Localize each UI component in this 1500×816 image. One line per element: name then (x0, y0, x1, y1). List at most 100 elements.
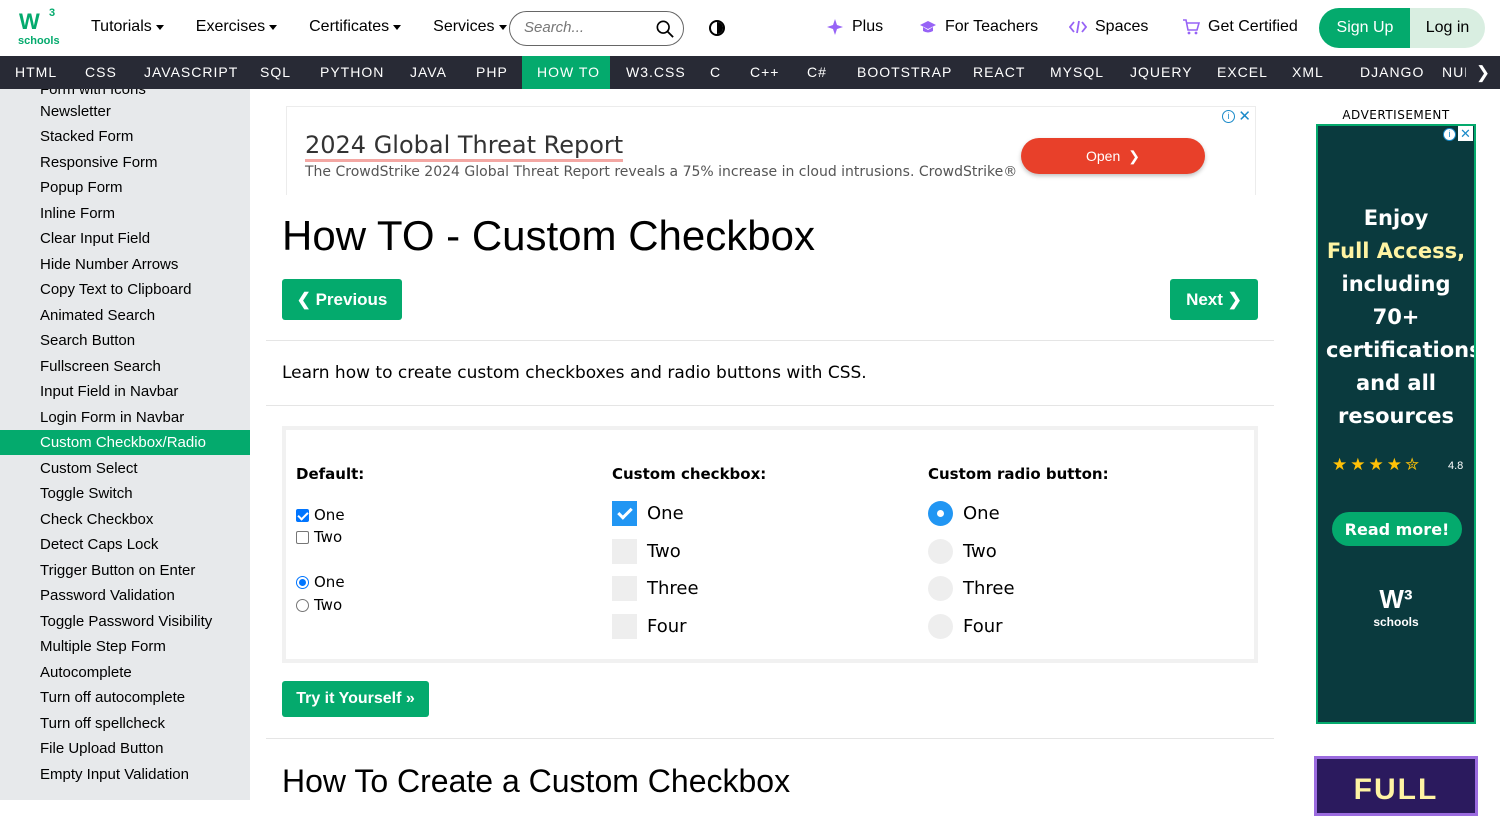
sidebar-item[interactable]: Toggle Switch (0, 481, 250, 506)
subnav-react[interactable]: REACT (958, 56, 1040, 89)
custom-radio-three[interactable]: Three (928, 576, 1015, 601)
custom-checkbox-checked-icon[interactable] (612, 501, 637, 526)
top-advertisement[interactable]: 2024 Global Threat Report The CrowdStrik… (286, 106, 1256, 195)
custom-radio-one[interactable]: One (928, 501, 1000, 526)
sidebar-item[interactable]: Popup Form (0, 175, 250, 200)
sidebar-item[interactable]: Turn off autocomplete (0, 685, 250, 710)
caret-down-icon (498, 24, 507, 30)
sign-up-button[interactable]: Sign Up (1319, 8, 1411, 48)
custom-radio-unchecked-icon[interactable] (928, 539, 953, 564)
sidebar-item[interactable]: Check Checkbox (0, 507, 250, 532)
subnav-javascript[interactable]: JAVASCRIPT (129, 56, 253, 89)
chevron-right-icon[interactable]: ❯ (1466, 56, 1500, 89)
sidebar-item[interactable]: Responsive Form (0, 150, 250, 175)
subnav-w3css[interactable]: W3.CSS (611, 56, 701, 89)
menu-certificates[interactable]: Certificates (309, 18, 402, 36)
search-icon[interactable] (656, 20, 674, 38)
subnav-mysql[interactable]: MYSQL (1035, 56, 1119, 89)
previous-button[interactable]: ❮ Previous (282, 279, 402, 320)
sidebar-item[interactable]: File Upload Button (0, 736, 250, 761)
ad-open-button[interactable]: Open ❯ (1021, 138, 1205, 174)
sidebar-item-active[interactable]: Custom Checkbox/Radio (0, 430, 250, 455)
sidebar-item[interactable]: Toggle Password Visibility (0, 609, 250, 634)
sidebar-item[interactable]: Autocomplete (0, 660, 250, 685)
custom-checkbox-unchecked-icon[interactable] (612, 614, 637, 639)
w3schools-ad-logo: W³ schools (1318, 584, 1474, 629)
sidebar-item[interactable]: Password Validation (0, 583, 250, 608)
default-radio-two[interactable]: Two (296, 596, 342, 614)
sidebar-item[interactable]: Stacked Form (0, 124, 250, 149)
log-in-button[interactable]: Log in (1410, 8, 1485, 48)
try-it-yourself-button[interactable]: Try it Yourself » (282, 681, 429, 717)
ad-logo-word: schools (1373, 615, 1419, 629)
sidebar-item[interactable]: Hide Number Arrows (0, 252, 250, 277)
sidebar-item[interactable]: Multiple Step Form (0, 634, 250, 659)
subnav-c[interactable]: C (695, 56, 736, 89)
nav-for-teachers[interactable]: For Teachers (919, 18, 1038, 36)
nav-spaces[interactable]: Spaces (1069, 18, 1148, 36)
custom-checkbox-unchecked-icon[interactable] (612, 576, 637, 601)
sidebar-item[interactable]: Newsletter (0, 99, 250, 124)
subnav-xml[interactable]: XML (1277, 56, 1339, 89)
subnav-sql[interactable]: SQL (245, 56, 306, 89)
next-button[interactable]: Next ❯ (1170, 279, 1258, 320)
custom-radio-checked-icon[interactable] (928, 501, 953, 526)
subnav-python[interactable]: PYTHON (305, 56, 399, 89)
second-advertisement[interactable]: FULL (1314, 756, 1478, 816)
sidebar-item[interactable]: Login Form in Navbar (0, 405, 250, 430)
sidebar-item[interactable]: Trigger Button on Enter (0, 558, 250, 583)
default-checkbox-one[interactable]: One (296, 506, 345, 524)
custom-radio-unchecked-icon[interactable] (928, 614, 953, 639)
sidebar-item[interactable]: Input Field in Navbar (0, 379, 250, 404)
read-more-button[interactable]: Read more! (1332, 512, 1462, 546)
custom-radio-unchecked-icon[interactable] (928, 576, 953, 601)
subnav-django[interactable]: DJANGO (1345, 56, 1439, 89)
checkbox-unchecked-icon[interactable] (296, 530, 309, 544)
radio-unchecked-icon[interactable] (296, 598, 309, 612)
right-advertisement[interactable]: i ✕ Enjoy Full Access, including 70+ cer… (1316, 124, 1476, 724)
ad-close-icon[interactable]: ✕ (1458, 126, 1473, 141)
subnav-php[interactable]: PHP (461, 56, 523, 89)
custom-checkbox-unchecked-icon[interactable] (612, 539, 637, 564)
subnav-html[interactable]: HTML (0, 56, 72, 89)
sidebar-item[interactable]: Custom Select (0, 456, 250, 481)
ad-info-icon[interactable]: i (1443, 128, 1456, 141)
sidebar-item[interactable]: Empty Input Validation (0, 762, 250, 787)
menu-services[interactable]: Services (433, 18, 507, 36)
custom-checkbox-three[interactable]: Three (612, 576, 699, 601)
subnav-excel[interactable]: EXCEL (1202, 56, 1283, 89)
menu-exercises[interactable]: Exercises (196, 18, 278, 36)
custom-radio-four[interactable]: Four (928, 614, 1003, 639)
ad-close-icon[interactable]: ✕ (1238, 107, 1251, 125)
default-checkbox-two[interactable]: Two (296, 528, 342, 546)
custom-radio-two[interactable]: Two (928, 539, 997, 564)
w3schools-logo[interactable]: W 3 schools (17, 7, 60, 47)
nav-plus[interactable]: Plus (826, 18, 883, 36)
menu-tutorials[interactable]: Tutorials (91, 18, 164, 36)
contrast-toggle-icon[interactable] (709, 20, 725, 36)
radio-checked-icon[interactable] (296, 575, 309, 589)
sidebar-item[interactable]: Animated Search (0, 303, 250, 328)
sidebar-item[interactable]: Turn off spellcheck (0, 711, 250, 736)
sidebar-item[interactable]: Copy Text to Clipboard (0, 277, 250, 302)
sidebar-item[interactable]: Search Button (0, 328, 250, 353)
subnav-bootstrap[interactable]: BOOTSTRAP (842, 56, 967, 89)
custom-checkbox-two[interactable]: Two (612, 539, 681, 564)
custom-checkbox-one[interactable]: One (612, 501, 684, 526)
subnav-css[interactable]: CSS (70, 56, 132, 89)
subnav-jquery[interactable]: JQUERY (1115, 56, 1208, 89)
subnav-how-to[interactable]: HOW TO (522, 56, 610, 89)
default-radio-one[interactable]: One (296, 573, 345, 591)
ad-info-icon[interactable]: i (1222, 110, 1235, 123)
subnav-csharp[interactable]: C# (792, 56, 842, 89)
custom-checkbox-four[interactable]: Four (612, 614, 687, 639)
sidebar-item[interactable]: Fullscreen Search (0, 354, 250, 379)
checkbox-checked-icon[interactable] (296, 508, 309, 522)
subnav-cpp[interactable]: C++ (735, 56, 794, 89)
sidebar-item[interactable]: Inline Form (0, 201, 250, 226)
search-input[interactable] (524, 19, 644, 36)
sidebar-item[interactable]: Detect Caps Lock (0, 532, 250, 557)
sidebar-item[interactable]: Clear Input Field (0, 226, 250, 251)
subnav-java[interactable]: JAVA (395, 56, 462, 89)
nav-get-certified[interactable]: Get Certified (1182, 18, 1298, 36)
